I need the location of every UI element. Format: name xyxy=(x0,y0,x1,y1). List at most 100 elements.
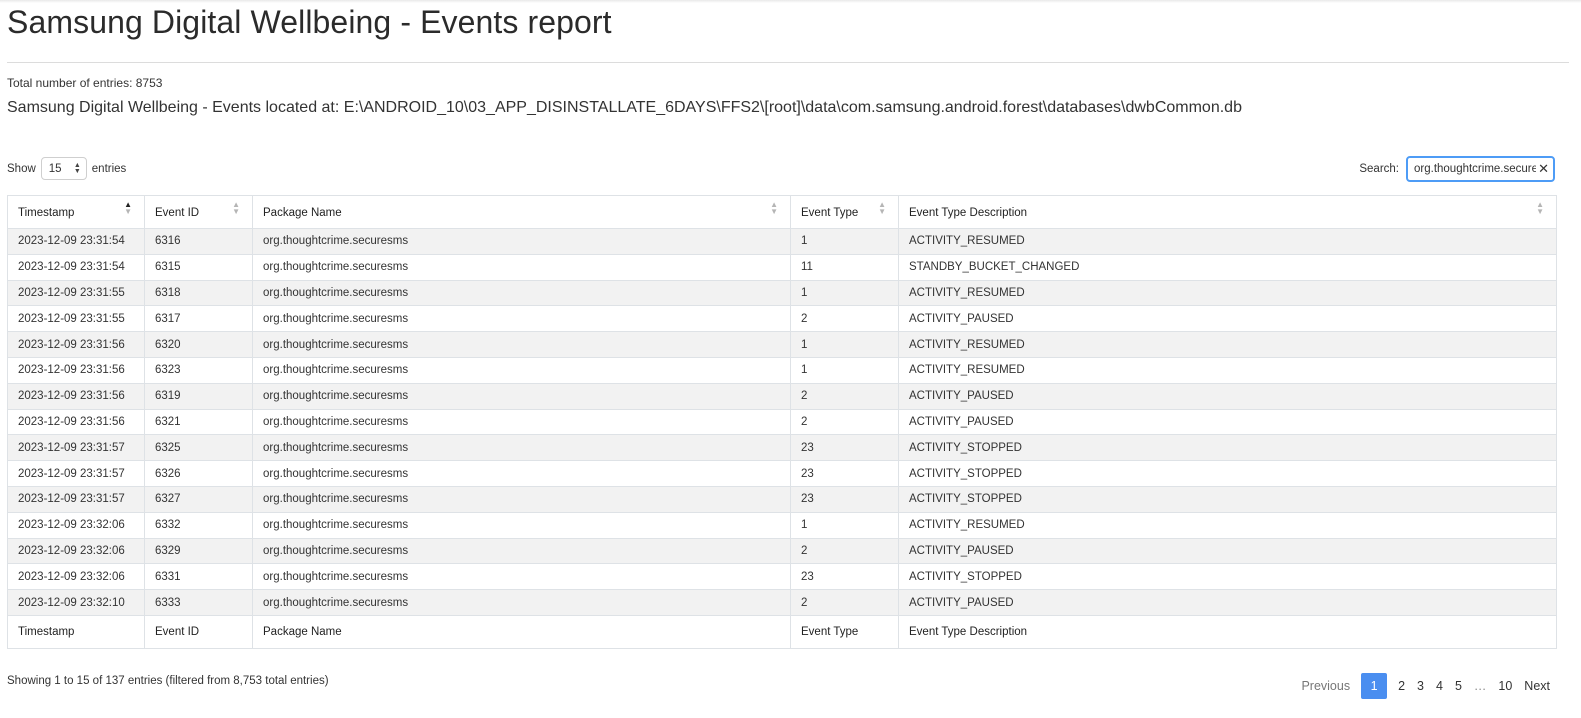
footer-header-event-id: Event ID xyxy=(144,614,253,649)
page-length-control: Show 15 ▲ ▼ entries xyxy=(7,157,126,180)
cell-event-type-description: ACTIVITY_RESUMED xyxy=(898,228,1557,255)
cell-timestamp: 2023-12-09 23:31:56 xyxy=(7,356,145,384)
cell-event-type-description: ACTIVITY_RESUMED xyxy=(898,331,1557,358)
page-length-value: 15 xyxy=(48,162,62,175)
cell-event-id: 6327 xyxy=(144,485,253,513)
cell-package-name: org.thoughtcrime.securesms xyxy=(252,382,791,410)
cell-package-name: org.thoughtcrime.securesms xyxy=(252,356,791,384)
cell-event-type-description: ACTIVITY_PAUSED xyxy=(898,408,1557,436)
cell-timestamp: 2023-12-09 23:32:10 xyxy=(7,589,145,616)
page-button-10[interactable]: 10 xyxy=(1492,673,1518,699)
cell-event-id: 6329 xyxy=(144,537,253,565)
page-button-3[interactable]: 3 xyxy=(1411,673,1430,699)
cell-package-name: org.thoughtcrime.securesms xyxy=(252,511,791,539)
table-row: 2023-12-09 23:31:54 6315 org.thoughtcrime.… xyxy=(7,253,1557,281)
column-header-event-type-description[interactable]: Event Type Description ▲ ▼ xyxy=(898,195,1557,229)
cell-event-id: 6316 xyxy=(144,228,253,255)
pagination-ellipsis: … xyxy=(1473,679,1487,693)
cell-package-name: org.thoughtcrime.securesms xyxy=(252,408,791,436)
page-title: Samsung Digital Wellbeing - Events repor… xyxy=(7,4,612,40)
cell-event-type: 1 xyxy=(790,228,899,255)
cell-event-id: 6319 xyxy=(144,382,253,410)
page-button-4[interactable]: 4 xyxy=(1430,673,1449,699)
table-row: 2023-12-09 23:32:06 6329 org.thoughtcrime.… xyxy=(7,537,1557,565)
cell-timestamp: 2023-12-09 23:31:57 xyxy=(7,434,145,462)
cell-timestamp: 2023-12-09 23:32:06 xyxy=(7,537,145,565)
select-arrows-icon: ▲ ▼ xyxy=(73,161,81,175)
cell-event-type: 1 xyxy=(790,331,899,358)
cell-event-id: 6326 xyxy=(144,460,253,487)
page-button-2[interactable]: 2 xyxy=(1392,673,1411,699)
table-row: 2023-12-09 23:31:56 6323 org.thoughtcrime.… xyxy=(7,356,1557,384)
entries-label: entries xyxy=(91,162,127,175)
cell-event-type: 2 xyxy=(790,382,899,410)
table-row: 2023-12-09 23:31:56 6321 org.thoughtcrime.… xyxy=(7,408,1557,436)
table-row: 2023-12-09 23:31:57 6325 org.thoughtcrime.… xyxy=(7,434,1557,462)
cell-timestamp: 2023-12-09 23:31:56 xyxy=(7,382,145,410)
cell-event-type: 11 xyxy=(790,253,899,281)
search-control: Search: org.thoughtcrime.secure ✕ xyxy=(1359,156,1555,182)
cell-event-type-description: ACTIVITY_RESUMED xyxy=(898,356,1557,384)
cell-timestamp: 2023-12-09 23:31:56 xyxy=(7,408,145,436)
cell-event-type: 2 xyxy=(790,537,899,565)
previous-page-button[interactable]: Previous xyxy=(1295,673,1356,699)
cell-event-type: 1 xyxy=(790,356,899,384)
table-row: 2023-12-09 23:31:55 6318 org.thoughtcrime.… xyxy=(7,279,1557,307)
column-header-event-id[interactable]: Event ID ▲ ▼ xyxy=(144,195,253,229)
column-header-event-type[interactable]: Event Type ▲ ▼ xyxy=(790,195,899,229)
cell-event-type: 2 xyxy=(790,305,899,333)
footer-header-event-type: Event Type xyxy=(790,614,899,649)
cell-event-type-description: ACTIVITY_PAUSED xyxy=(898,589,1557,616)
table-row: 2023-12-09 23:31:56 6320 org.thoughtcrime.… xyxy=(7,331,1557,358)
cell-event-type: 1 xyxy=(790,511,899,539)
sort-icon: ▲ ▼ xyxy=(878,200,886,216)
cell-event-id: 6331 xyxy=(144,563,253,591)
column-header-package-name[interactable]: Package Name ▲ ▼ xyxy=(252,195,791,229)
search-input[interactable]: org.thoughtcrime.secure ✕ xyxy=(1406,156,1555,182)
cell-event-id: 6323 xyxy=(144,356,253,384)
column-header-label: Event ID xyxy=(155,207,200,219)
table-row: 2023-12-09 23:31:56 6319 org.thoughtcrime.… xyxy=(7,382,1557,410)
table-row: 2023-12-09 23:32:10 6333 org.thoughtcrime.… xyxy=(7,589,1557,616)
page-button-1[interactable]: 1 xyxy=(1361,673,1388,699)
page-button-5[interactable]: 5 xyxy=(1449,673,1468,699)
sort-ascending-icon: ▲ ▼ xyxy=(124,200,132,216)
column-header-label: Event Type xyxy=(801,207,859,219)
column-header-label: Timestamp xyxy=(18,207,75,219)
cell-package-name: org.thoughtcrime.securesms xyxy=(252,331,791,358)
sort-icon: ▲ ▼ xyxy=(770,200,778,216)
page-length-select[interactable]: 15 ▲ ▼ xyxy=(40,157,87,180)
footer-header-package-name: Package Name xyxy=(252,614,791,649)
cell-event-type: 23 xyxy=(790,434,899,462)
table-row: 2023-12-09 23:31:54 6316 org.thoughtcrime.… xyxy=(7,228,1557,255)
pagination: Previous 1 2 3 4 5 … 10 Next xyxy=(1295,673,1556,699)
cell-timestamp: 2023-12-09 23:31:57 xyxy=(7,485,145,513)
top-shadow xyxy=(0,0,1581,3)
table-header-row: Timestamp ▲ ▼ Event ID ▲ ▼ Package Name ▲ ▼… xyxy=(7,195,1557,229)
column-header-timestamp[interactable]: Timestamp ▲ ▼ xyxy=(7,195,145,229)
database-location-text: Samsung Digital Wellbeing - Events locat… xyxy=(7,99,1242,116)
clear-search-icon[interactable]: ✕ xyxy=(1538,161,1549,177)
cell-package-name: org.thoughtcrime.securesms xyxy=(252,305,791,333)
cell-event-type: 2 xyxy=(790,589,899,616)
next-page-button[interactable]: Next xyxy=(1518,673,1556,699)
cell-timestamp: 2023-12-09 23:31:56 xyxy=(7,331,145,358)
cell-event-id: 6317 xyxy=(144,305,253,333)
footer-header-timestamp: Timestamp xyxy=(7,614,145,649)
cell-event-type: 2 xyxy=(790,408,899,436)
cell-event-id: 6315 xyxy=(144,253,253,281)
cell-timestamp: 2023-12-09 23:31:55 xyxy=(7,305,145,333)
cell-event-type: 1 xyxy=(790,279,899,307)
cell-event-type-description: ACTIVITY_RESUMED xyxy=(898,279,1557,307)
cell-timestamp: 2023-12-09 23:31:55 xyxy=(7,279,145,307)
cell-timestamp: 2023-12-09 23:31:54 xyxy=(7,228,145,255)
cell-package-name: org.thoughtcrime.securesms xyxy=(252,279,791,307)
cell-package-name: org.thoughtcrime.securesms xyxy=(252,460,791,487)
cell-package-name: org.thoughtcrime.securesms xyxy=(252,434,791,462)
table-row: 2023-12-09 23:32:06 6331 org.thoughtcrime.… xyxy=(7,563,1557,591)
sort-icon: ▲ ▼ xyxy=(1536,200,1544,216)
cell-event-type-description: ACTIVITY_PAUSED xyxy=(898,537,1557,565)
cell-timestamp: 2023-12-09 23:32:06 xyxy=(7,563,145,591)
cell-event-type: 23 xyxy=(790,563,899,591)
search-label: Search: xyxy=(1359,163,1399,175)
